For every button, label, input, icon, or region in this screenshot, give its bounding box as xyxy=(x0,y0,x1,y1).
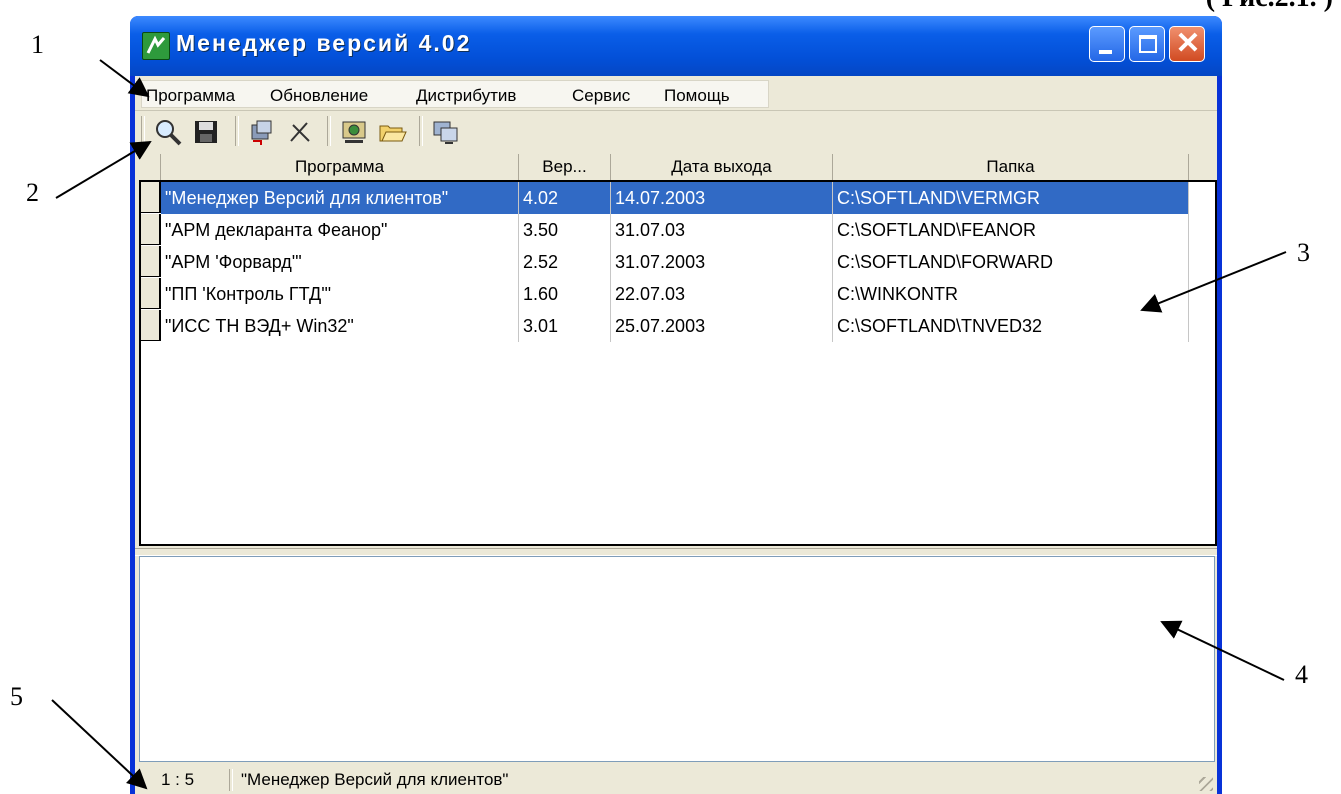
search-icon[interactable] xyxy=(153,117,183,147)
menu-strip: Программа Обновление Дистрибутив Сервис … xyxy=(141,80,769,108)
client-area: Программа Обновление Дистрибутив Сервис … xyxy=(135,76,1217,794)
callout-2: 2 xyxy=(26,178,39,207)
menu-bar: Программа Обновление Дистрибутив Сервис … xyxy=(135,76,1217,111)
cell-date: 22.07.03 xyxy=(611,278,833,310)
toolbar-separator xyxy=(327,116,331,146)
column-header-folder[interactable]: Папка xyxy=(833,154,1189,180)
menu-program[interactable]: Программа xyxy=(146,86,235,106)
toolbar-separator xyxy=(141,116,145,146)
cell-folder: C:\SOFTLAND\TNVED32 xyxy=(833,310,1189,342)
menu-help[interactable]: Помощь xyxy=(664,86,730,106)
maximize-icon xyxy=(1139,35,1157,53)
status-separator xyxy=(229,769,233,791)
programs-grid[interactable]: Программа Вер... Дата выхода Папка "Мене… xyxy=(139,154,1217,546)
table-row[interactable]: "ПП 'Контроль ГТД'" 1.60 22.07.03 C:\WIN… xyxy=(141,278,1191,310)
status-position: 1 : 5 xyxy=(161,770,195,789)
details-panel[interactable] xyxy=(139,556,1215,762)
row-indicator[interactable] xyxy=(141,310,161,341)
app-icon[interactable] xyxy=(142,32,170,60)
save-icon[interactable] xyxy=(191,117,221,147)
cell-date: 14.07.2003 xyxy=(611,182,833,214)
cell-version: 1.60 xyxy=(519,278,611,310)
close-icon: ✕ xyxy=(1175,27,1201,60)
distributive-icon[interactable] xyxy=(339,117,369,147)
table-row[interactable]: "АРМ декларанта Феанор" 3.50 31.07.03 C:… xyxy=(141,214,1191,246)
cell-folder: C:\WINKONTR xyxy=(833,278,1189,310)
grid-header: Программа Вер... Дата выхода Папка xyxy=(139,154,1217,182)
resize-grip-icon[interactable] xyxy=(1199,777,1213,791)
column-header-version[interactable]: Вер... xyxy=(519,154,611,180)
callout-3: 3 xyxy=(1297,238,1310,267)
cell-folder: C:\SOFTLAND\VERMGR xyxy=(833,182,1189,214)
toolbar xyxy=(135,112,1217,152)
row-indicator[interactable] xyxy=(141,182,161,213)
status-bar: 1 : 5 "Менеджер Версий для клиентов" xyxy=(135,766,1217,794)
column-header-program[interactable]: Программа xyxy=(161,154,519,180)
row-indicator[interactable] xyxy=(141,246,161,277)
table-row[interactable]: "Менеджер Версий для клиентов" 4.02 14.0… xyxy=(141,182,1191,214)
row-indicator[interactable] xyxy=(141,214,161,245)
table-row[interactable]: "ИСС ТН ВЭД+ Win32" 3.01 25.07.2003 C:\S… xyxy=(141,310,1191,342)
menu-update[interactable]: Обновление xyxy=(270,86,368,106)
figure-caption: ( Рис.2.1. ) xyxy=(1206,0,1333,14)
cell-folder: C:\SOFTLAND\FEANOR xyxy=(833,214,1189,246)
cell-program: "АРМ декларанта Феанор" xyxy=(161,214,519,246)
menu-distributive[interactable]: Дистрибутив xyxy=(416,86,516,106)
cell-program: "ИСС ТН ВЭД+ Win32" xyxy=(161,310,519,342)
open-folder-icon[interactable] xyxy=(377,117,407,147)
update-icon[interactable] xyxy=(247,117,277,147)
panel-splitter[interactable] xyxy=(135,548,1217,556)
cell-version: 3.50 xyxy=(519,214,611,246)
maximize-button[interactable] xyxy=(1129,26,1165,62)
menu-service[interactable]: Сервис xyxy=(572,86,630,106)
cell-version: 3.01 xyxy=(519,310,611,342)
window-title: Менеджер версий 4.02 xyxy=(176,30,472,56)
app-window: Менеджер версий 4.02 ✕ Программа Обновле… xyxy=(130,16,1222,794)
cell-date: 25.07.2003 xyxy=(611,310,833,342)
toolbar-separator xyxy=(419,116,423,146)
callout-1: 1 xyxy=(31,30,44,59)
cell-version: 2.52 xyxy=(519,246,611,278)
cell-program: "ПП 'Контроль ГТД'" xyxy=(161,278,519,310)
cell-program: "Менеджер Версий для клиентов" xyxy=(161,182,519,214)
table-row[interactable]: "АРМ 'Форвард'" 2.52 31.07.2003 C:\SOFTL… xyxy=(141,246,1191,278)
cell-date: 31.07.03 xyxy=(611,214,833,246)
callout-4: 4 xyxy=(1295,660,1308,689)
status-text: "Менеджер Версий для клиентов" xyxy=(241,770,509,789)
close-button[interactable]: ✕ xyxy=(1169,26,1205,62)
row-indicator[interactable] xyxy=(141,278,161,309)
header-indicator xyxy=(139,154,161,180)
minimize-button[interactable] xyxy=(1089,26,1125,62)
title-bar[interactable]: Менеджер версий 4.02 ✕ xyxy=(130,16,1222,76)
cell-date: 31.07.2003 xyxy=(611,246,833,278)
delete-icon[interactable] xyxy=(285,117,315,147)
cell-folder: C:\SOFTLAND\FORWARD xyxy=(833,246,1189,278)
service-icon[interactable] xyxy=(431,117,461,147)
grid-body: "Менеджер Версий для клиентов" 4.02 14.0… xyxy=(139,182,1217,546)
column-header-date[interactable]: Дата выхода xyxy=(611,154,833,180)
callout-5: 5 xyxy=(10,682,23,711)
cell-program: "АРМ 'Форвард'" xyxy=(161,246,519,278)
minimize-icon xyxy=(1099,50,1112,54)
cell-version: 4.02 xyxy=(519,182,611,214)
toolbar-separator xyxy=(235,116,239,146)
